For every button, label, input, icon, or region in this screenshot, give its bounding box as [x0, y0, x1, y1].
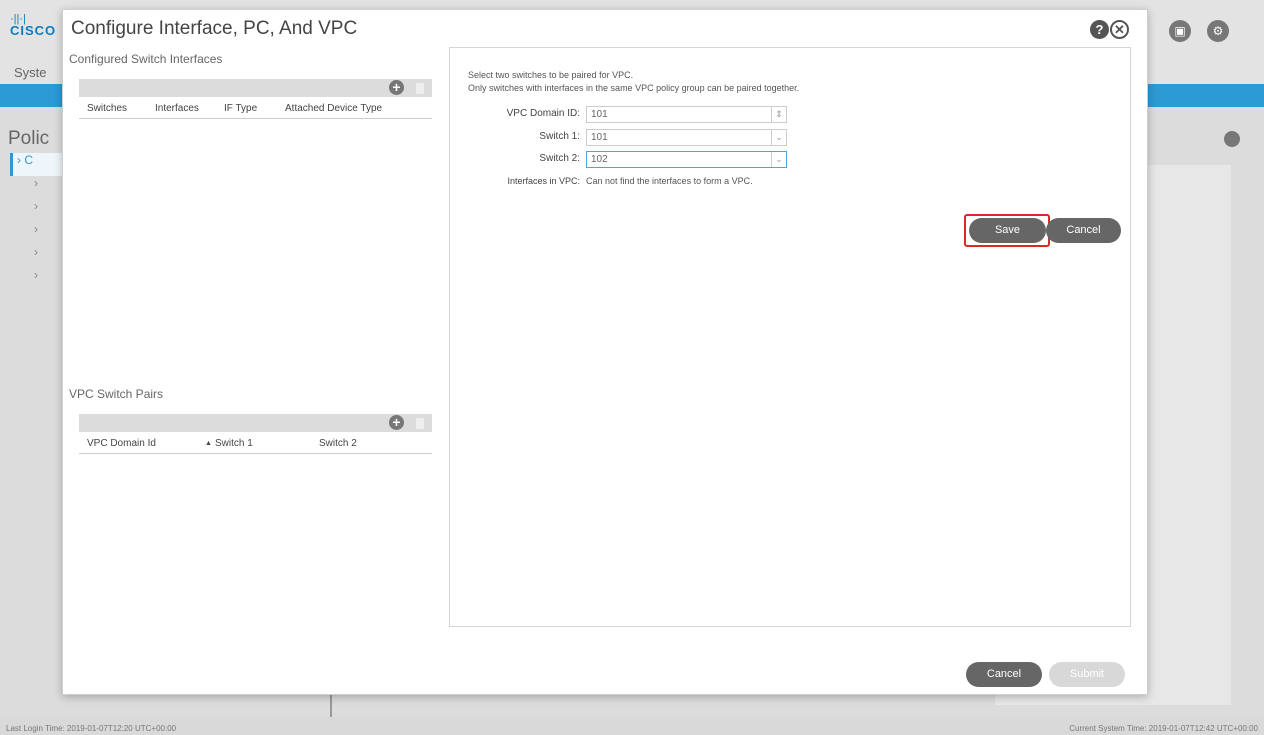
footer-cancel-button[interactable]: Cancel [966, 662, 1042, 687]
divider [330, 695, 332, 717]
vpc-domain-id-input[interactable]: 101 ⇕ [586, 106, 787, 123]
column-attached-device-type[interactable]: Attached Device Type [285, 103, 382, 114]
configure-interface-dialog: Configure Interface, PC, And VPC ? ✕ Con… [62, 9, 1148, 695]
column-switches[interactable]: Switches [87, 103, 127, 114]
column-switch-1[interactable]: Switch 1 [215, 438, 253, 449]
tree-item[interactable]: › [10, 199, 70, 222]
vpc-domain-id-label: VPC Domain ID: [506, 108, 580, 119]
cancel-button[interactable]: Cancel [1046, 218, 1121, 243]
chevron-down-icon[interactable]: ⌄ [771, 130, 786, 145]
tree-item[interactable]: › [10, 268, 70, 291]
last-login-time: Last Login Time: 2019-01-07T12:20 UTC+00… [6, 724, 177, 733]
cisco-logo: ·||·| CISCO [10, 13, 57, 38]
column-switch-2[interactable]: Switch 2 [319, 438, 357, 449]
vpc-pair-form-panel: Select two switches to be paired for VPC… [449, 47, 1131, 627]
list-icon[interactable] [1224, 131, 1240, 147]
interfaces-in-vpc-value: Can not find the interfaces to form a VP… [586, 176, 753, 186]
switch1-value: 101 [591, 132, 608, 143]
top-icons: ▣ ⚙ [1169, 20, 1229, 42]
interfaces-table-header: Switches Interfaces IF Type Attached Dev… [79, 99, 432, 119]
sort-ascending-icon[interactable]: ▲ [205, 440, 212, 447]
switch1-select[interactable]: 101 ⌄ [586, 129, 787, 146]
instruction-line-2: Only switches with interfaces in the sam… [468, 83, 800, 93]
switch2-select[interactable]: 102 ⌄ [586, 151, 787, 168]
interfaces-table-toolbar: + [79, 79, 432, 97]
tree-item[interactable]: › [10, 176, 70, 199]
save-button[interactable]: Save [969, 218, 1046, 243]
policies-title: Polic [8, 128, 50, 149]
add-icon[interactable]: + [389, 80, 404, 95]
current-system-time: Current System Time: 2019-01-07T12:42 UT… [1069, 724, 1258, 733]
tree-item[interactable]: › [10, 222, 70, 245]
vpc-table-toolbar: + [79, 414, 432, 432]
column-interfaces[interactable]: Interfaces [155, 103, 199, 114]
column-vpc-domain-id[interactable]: VPC Domain Id [87, 438, 156, 449]
switch1-label: Switch 1: [539, 131, 580, 142]
dialog-title: Configure Interface, PC, And VPC [71, 18, 358, 39]
policy-tree: › C › › › › › [10, 153, 70, 291]
vpc-table-header: VPC Domain Id ▲ Switch 1 Switch 2 [79, 434, 432, 454]
interfaces-in-vpc-label: Interfaces in VPC: [507, 176, 580, 186]
switch2-value: 102 [591, 154, 608, 165]
submit-button[interactable]: Submit [1049, 662, 1125, 687]
tree-item[interactable]: › [10, 245, 70, 268]
column-if-type[interactable]: IF Type [224, 103, 257, 114]
add-icon[interactable]: + [389, 415, 404, 430]
chevron-down-icon[interactable]: ⌄ [771, 152, 786, 167]
spinner-icon[interactable]: ⇕ [771, 107, 786, 122]
trash-icon[interactable] [416, 418, 424, 429]
gear-icon[interactable]: ⚙ [1207, 20, 1229, 42]
nav-system[interactable]: Syste [14, 65, 47, 80]
vpc-switch-pairs-label: VPC Switch Pairs [69, 387, 164, 401]
close-icon[interactable]: ✕ [1110, 20, 1129, 39]
instruction-line-1: Select two switches to be paired for VPC… [468, 70, 634, 80]
tree-item[interactable]: › C [10, 153, 70, 176]
trash-icon[interactable] [416, 83, 424, 94]
switch2-label: Switch 2: [539, 153, 580, 164]
help-icon[interactable]: ? [1090, 20, 1109, 39]
configured-switch-interfaces-label: Configured Switch Interfaces [69, 52, 223, 66]
vpc-domain-id-value: 101 [591, 109, 608, 120]
monitor-icon[interactable]: ▣ [1169, 20, 1191, 42]
